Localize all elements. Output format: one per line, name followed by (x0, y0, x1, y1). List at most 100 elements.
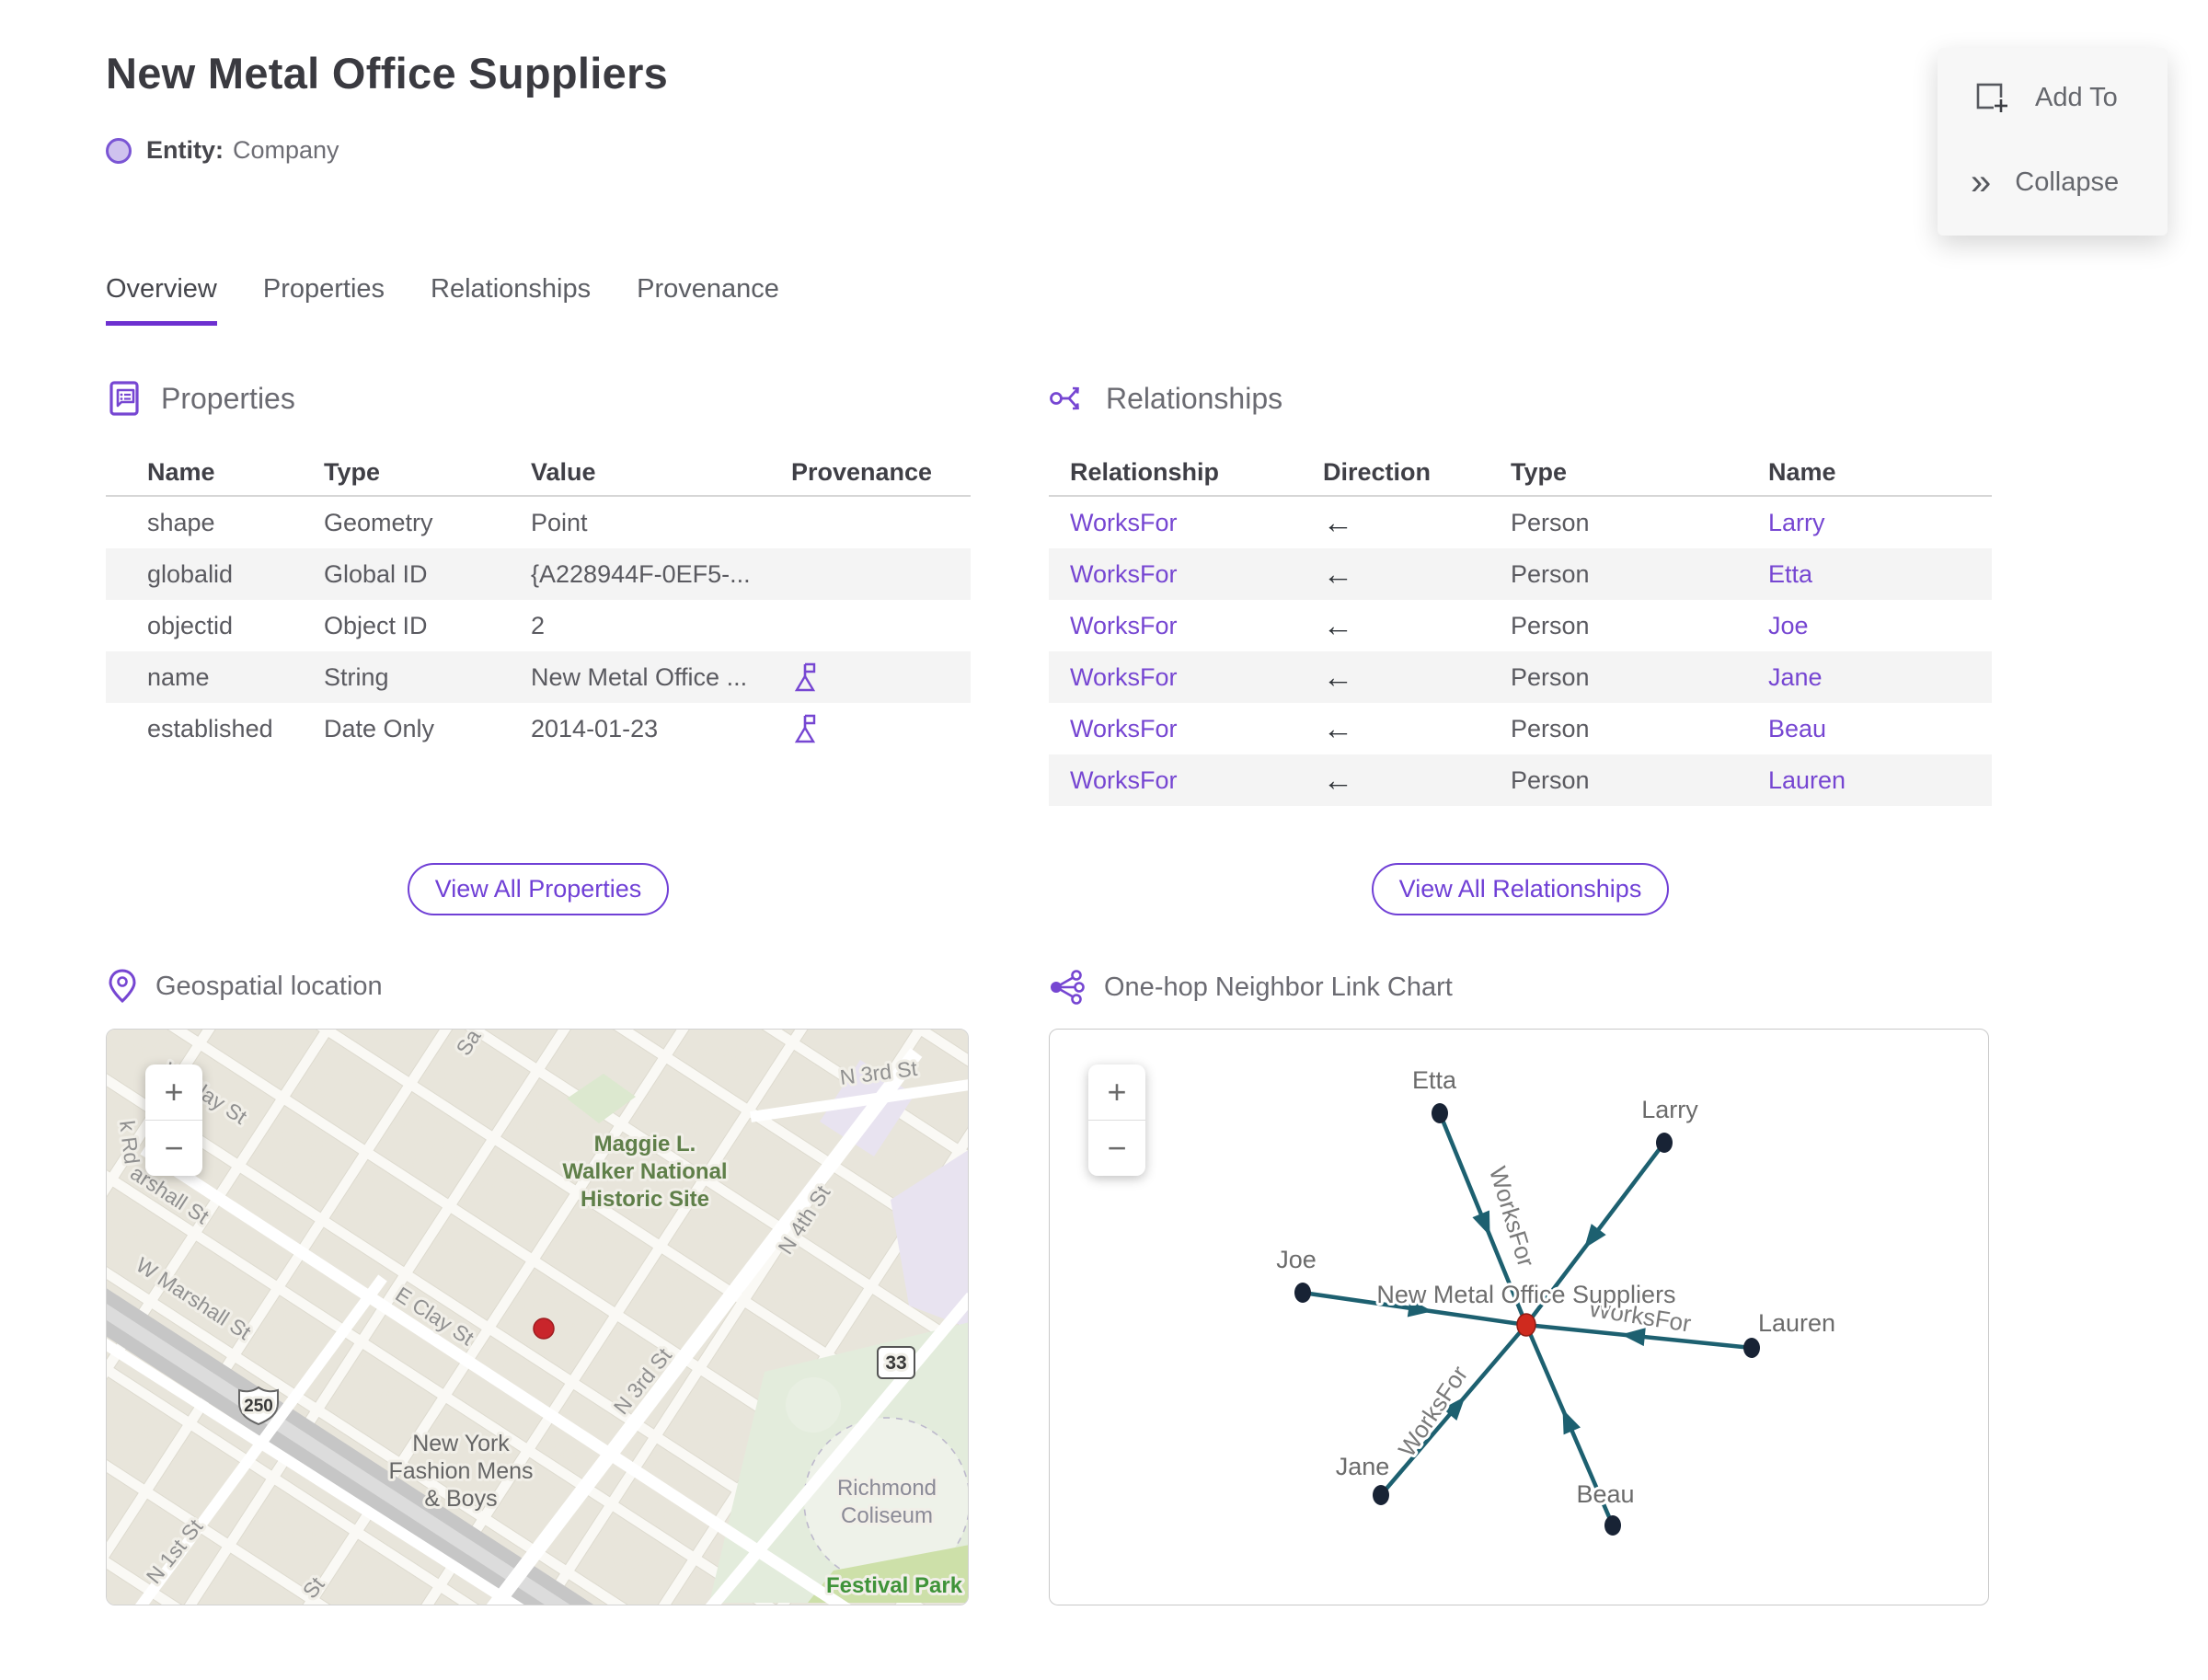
property-value: Point (531, 508, 588, 536)
node-etta[interactable] (1432, 1103, 1448, 1123)
relationships-section-header: Relationships (1049, 379, 1282, 418)
property-value: {A228944F-0EF5-... (531, 559, 751, 588)
column-header: Type (324, 457, 381, 486)
property-row: name String New Metal Office ... (106, 651, 971, 703)
map-location-marker (533, 1318, 555, 1340)
tab-bar: Overview Properties Relationships Provenanc… (106, 274, 779, 326)
entity-type: Company (233, 136, 339, 164)
relationship-name-link[interactable]: Lauren (1768, 766, 1992, 795)
node-joe[interactable] (1294, 1283, 1311, 1303)
svg-text:Beau: Beau (1576, 1480, 1634, 1508)
view-all-relationships-button[interactable]: View All Relationships (1371, 863, 1670, 915)
relationships-table: Relationship Direction Type Name WorksFor ← Pe… (1049, 449, 1992, 806)
relationship-entity-type: Person (1511, 508, 1590, 536)
tab-overview[interactable]: Overview (106, 274, 217, 326)
tab-properties[interactable]: Properties (263, 274, 385, 326)
tab-provenance[interactable]: Provenance (637, 274, 779, 326)
properties-table: Name Type Value Provenance shape Geometry Poin… (106, 449, 971, 754)
svg-text:Fashion Mens: Fashion Mens (388, 1458, 533, 1484)
relationship-name-link[interactable]: Larry (1768, 509, 1992, 537)
relationship-direction: ← (1323, 660, 1353, 694)
relationship-name-link[interactable]: Etta (1768, 560, 1992, 589)
add-to-button[interactable]: Add To (1971, 77, 2118, 118)
provenance-flag-icon[interactable] (791, 713, 819, 744)
svg-text:Jane: Jane (1336, 1453, 1390, 1480)
relationship-direction: ← (1323, 763, 1353, 797)
tab-relationships[interactable]: Relationships (431, 274, 591, 326)
property-row: objectid Object ID 2 (106, 600, 971, 651)
column-header: Value (531, 457, 596, 486)
property-name: name (147, 662, 210, 691)
relationship-type-link[interactable]: WorksFor (1070, 612, 1323, 640)
relationship-entity-type: Person (1511, 765, 1590, 794)
svg-text:Historic Site: Historic Site (581, 1187, 709, 1212)
column-header: Direction (1323, 457, 1432, 486)
route-shield: 33 (877, 1346, 915, 1379)
property-type: String (324, 662, 389, 691)
relationship-type-link[interactable]: WorksFor (1070, 766, 1323, 795)
property-value: New Metal Office ... (531, 662, 748, 691)
relationship-row: WorksFor ← Person Jane (1049, 651, 1992, 703)
property-provenance (791, 713, 971, 744)
relationship-direction: ← (1323, 505, 1353, 539)
relationship-type-link[interactable]: WorksFor (1070, 663, 1323, 692)
provenance-flag-icon[interactable] (791, 662, 819, 693)
link-chart-icon (1051, 970, 1085, 1005)
svg-text:New York: New York (412, 1431, 510, 1456)
node-beau[interactable] (1604, 1515, 1621, 1536)
svg-text:Larry: Larry (1641, 1096, 1698, 1123)
map-zoom-control: + − (145, 1064, 202, 1176)
node-jane[interactable] (1373, 1485, 1389, 1505)
svg-text:Joe: Joe (1276, 1246, 1317, 1273)
relationship-type-link[interactable]: WorksFor (1070, 560, 1323, 589)
svg-text:250: 250 (244, 1397, 273, 1416)
relationship-direction: ← (1323, 557, 1353, 591)
relationship-entity-type: Person (1511, 662, 1590, 691)
node-lauren[interactable] (1743, 1338, 1760, 1358)
relationship-type-link[interactable]: WorksFor (1070, 509, 1323, 537)
column-header: Name (147, 457, 215, 486)
relationship-direction: ← (1323, 711, 1353, 745)
property-row: shape Geometry Point (106, 497, 971, 548)
entity-detail-page: New Metal Office Suppliers Entity: Compa… (0, 0, 2208, 1680)
svg-text:Walker National: Walker National (562, 1159, 727, 1184)
one-hop-link-chart[interactable]: + − WorksFor WorksFor WorksFor Etta Larry Joe… (1049, 1029, 1989, 1605)
entity-label: Entity: (146, 136, 224, 164)
add-to-label: Add To (2035, 82, 2118, 112)
svg-text:Coliseum: Coliseum (841, 1503, 933, 1528)
basemap: k RdW Clay StSaN 3rd StN 4th Starshall S… (107, 1030, 968, 1605)
property-type: Object ID (324, 611, 428, 639)
properties-section-title: Properties (161, 381, 295, 415)
entity-type-icon (106, 137, 132, 164)
relationship-name-link[interactable]: Beau (1768, 715, 1992, 743)
node-center-entity[interactable] (1516, 1313, 1536, 1337)
entity-badge: Entity: Company (106, 136, 339, 165)
map-section-title: Geospatial location (155, 971, 383, 1001)
svg-text:Etta: Etta (1412, 1066, 1457, 1094)
relationship-name-link[interactable]: Jane (1768, 663, 1992, 692)
chart-zoom-control: + − (1088, 1064, 1145, 1176)
chart-zoom-in-button[interactable]: + (1088, 1064, 1145, 1120)
property-row: globalid Global ID {A228944F-0EF5-... (106, 548, 971, 600)
svg-text:WorksFor: WorksFor (1484, 1163, 1541, 1270)
properties-section-header: Properties (106, 379, 295, 418)
relationship-name-link[interactable]: Joe (1768, 612, 1992, 640)
map-zoom-out-button[interactable]: − (145, 1121, 202, 1176)
relationship-row: WorksFor ← Person Joe (1049, 600, 1992, 651)
link-chart-section-header: One-hop Neighbor Link Chart (1049, 968, 1453, 1007)
property-type: Global ID (324, 559, 428, 588)
svg-text:Maggie L.: Maggie L. (594, 1132, 696, 1156)
node-larry[interactable] (1656, 1133, 1673, 1153)
property-value: 2 (531, 611, 546, 639)
relationship-type-link[interactable]: WorksFor (1070, 715, 1323, 743)
property-type: Date Only (324, 714, 435, 742)
add-to-icon (1976, 83, 2011, 116)
relationship-row: WorksFor ← Person Lauren (1049, 754, 1992, 806)
map-zoom-in-button[interactable]: + (145, 1064, 202, 1120)
chart-zoom-out-button[interactable]: − (1088, 1121, 1145, 1176)
column-header: Relationship (1070, 457, 1220, 486)
view-all-properties-button[interactable]: View All Properties (407, 863, 670, 915)
collapse-button[interactable]: » Collapse (1971, 164, 2119, 201)
geospatial-map[interactable]: + − k Rd W Clay St Sa N 3rd St N 4th St … (106, 1029, 969, 1605)
column-header: Name (1768, 457, 1836, 486)
